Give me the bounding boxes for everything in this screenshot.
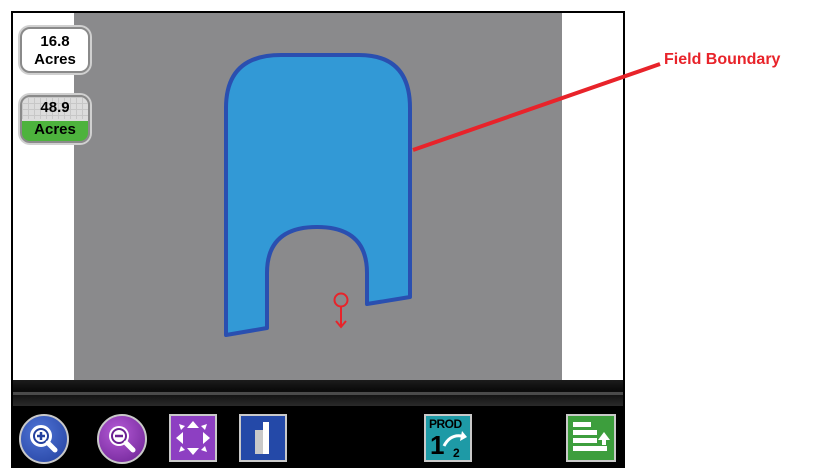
field-acres-indicator: 48.9 Acres: [20, 95, 90, 143]
bottom-toolbar: PROD 1 2: [13, 406, 623, 466]
field-acres-value: 48.9: [22, 97, 88, 119]
display-screen: 16.8 Acres 48.9 Acres PROD 1 2: [11, 11, 625, 468]
coverage-acres-indicator: 16.8 Acres: [20, 27, 90, 73]
coverage-acres-unit: Acres: [34, 51, 76, 68]
split-view-icon: [255, 422, 269, 454]
field-map: [224, 53, 412, 337]
curved-arrow-icon: [442, 431, 467, 447]
product-switch-button[interactable]: PROD 1 2: [424, 414, 472, 462]
zoom-in-button[interactable]: [19, 414, 69, 464]
field-boundary-callout: Field Boundary: [664, 51, 781, 68]
pan-button[interactable]: [169, 414, 217, 462]
layers-button[interactable]: [566, 414, 616, 462]
product-to-number: 2: [453, 446, 460, 460]
four-way-arrows-icon: [176, 421, 210, 455]
magnifier-plus-icon: [30, 425, 58, 453]
toolbar-separator: [13, 380, 623, 406]
coverage-acres-value: 16.8: [40, 33, 70, 50]
zoom-out-button[interactable]: [97, 414, 147, 464]
field-boundary: [224, 53, 412, 337]
magnifier-minus-icon: [109, 426, 136, 453]
field-acres-unit: Acres: [34, 121, 76, 138]
split-view-button[interactable]: [239, 414, 287, 462]
vehicle-marker: [333, 292, 349, 329]
layers-arrow-icon: [573, 422, 610, 451]
